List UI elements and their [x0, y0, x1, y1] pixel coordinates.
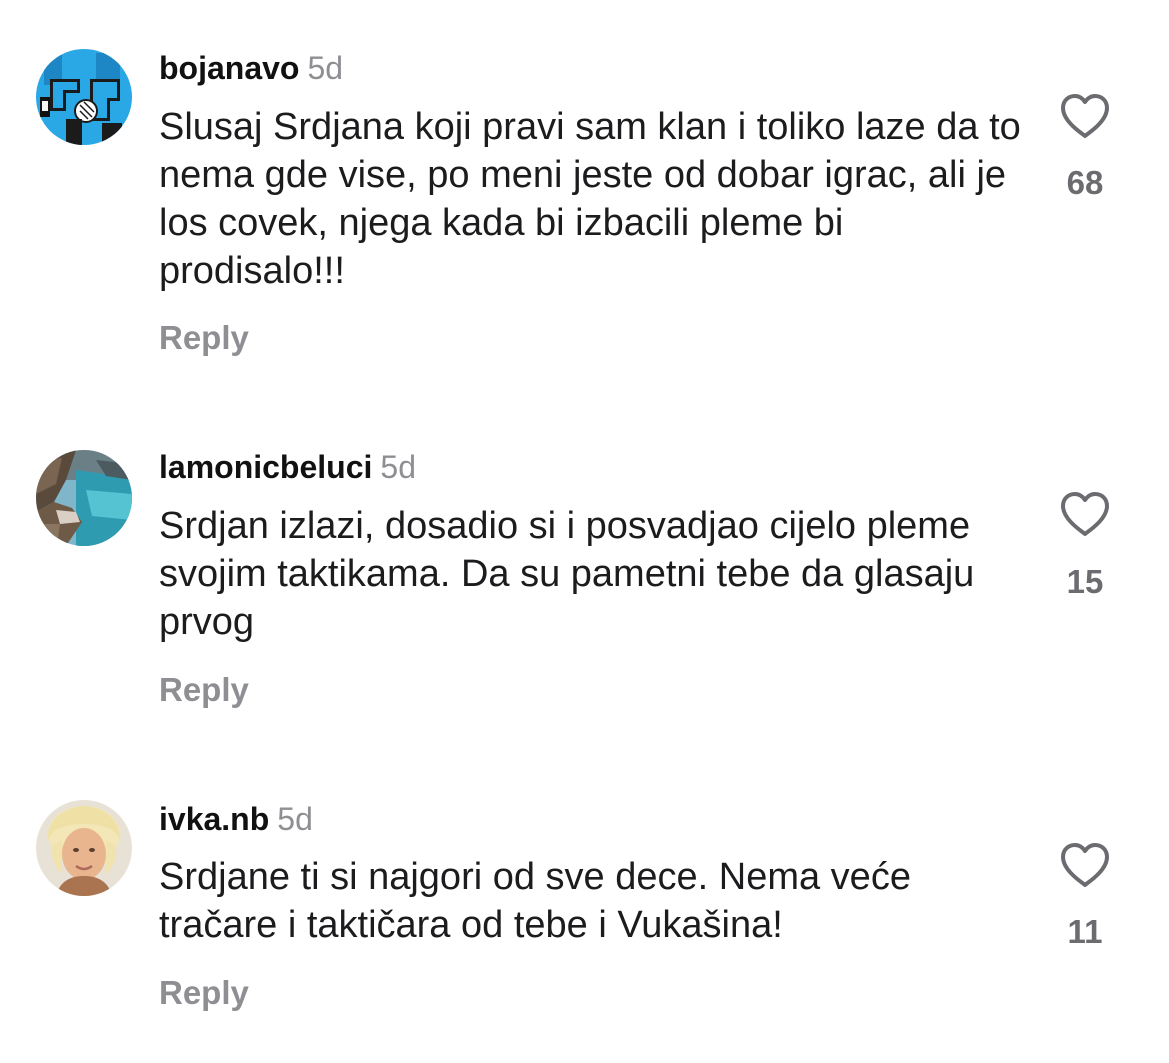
username[interactable]: ivka.nb — [159, 801, 269, 837]
reply-button[interactable]: Reply — [159, 973, 249, 1013]
like-count: 15 — [1066, 563, 1104, 600]
timestamp: 5d — [307, 50, 344, 86]
like-count: 11 — [1067, 913, 1103, 950]
heart-outline-icon[interactable] — [1059, 490, 1111, 538]
avatar[interactable] — [36, 800, 132, 896]
comment-meta: bojanavo 5d — [159, 48, 343, 88]
blue-illustration-avatar — [36, 49, 132, 145]
seaside-cliff-avatar — [36, 450, 132, 546]
username[interactable]: bojanavo — [159, 50, 299, 86]
avatar[interactable] — [36, 49, 132, 145]
comment-meta: ivka.nb 5d — [159, 799, 313, 839]
like-count: 68 — [1066, 164, 1104, 201]
avatar[interactable] — [36, 450, 132, 546]
reply-button[interactable]: Reply — [159, 318, 249, 358]
comment-text: Srdjane ti si najgori od sve dece. Nema … — [159, 856, 911, 946]
timestamp: 5d — [380, 449, 416, 485]
comment-meta: lamonicbeluci 5d — [159, 447, 416, 487]
comment-text: Srdjan izlazi, dosadio si i posvadjao ci… — [159, 505, 975, 643]
heart-outline-icon[interactable] — [1059, 841, 1111, 889]
portrait-photo-avatar — [36, 800, 132, 896]
timestamp: 5d — [277, 801, 313, 837]
username[interactable]: lamonicbeluci — [159, 449, 372, 485]
comment-text: Slusaj Srdjana koji pravi sam klan i tol… — [159, 106, 1021, 292]
heart-outline-icon[interactable] — [1059, 92, 1111, 140]
reply-button[interactable]: Reply — [159, 670, 249, 710]
